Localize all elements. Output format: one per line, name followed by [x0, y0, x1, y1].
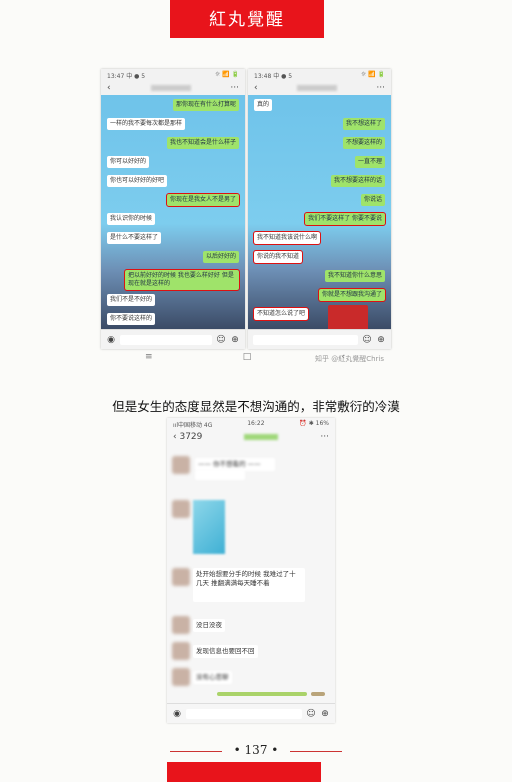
typing-indicator: [217, 692, 307, 696]
message-bubble: 一样的我不要每次都是那样: [107, 118, 186, 130]
message-bubble: 以后好好的: [202, 251, 239, 263]
right-chat-screenshot: 13:48 中 ● 5 ☼ 📶 🔋 ‹ ··· 真的我不想这样了 不想要这样的一直…: [248, 69, 391, 349]
chat-nav-bar: ‹ 3729 ···: [167, 430, 335, 444]
message-bubble: 没日没夜: [193, 619, 225, 632]
status-time: 13:47 中 ● 5: [107, 73, 146, 80]
message-bubble: 我不想这样了: [342, 118, 385, 130]
chat-nav-bar: ‹ ···: [101, 81, 245, 95]
contact-name-blurred: [150, 85, 191, 91]
home-icon[interactable]: □: [243, 352, 252, 366]
page-number: • 137 •: [233, 743, 279, 757]
chat-area: 真的我不想这样了 不想要这样的一直不理我不想要这样的话你说话我们不要这样了 你要不…: [248, 95, 391, 329]
message-bubble: 不想要这样的: [342, 137, 385, 149]
avatar: [172, 456, 190, 474]
voice-icon[interactable]: ◉: [106, 335, 116, 345]
message-bubble: 你就是不想跟我沟通了: [317, 288, 387, 302]
red-car-decoration: [328, 305, 368, 329]
caption-text: 但是女生的态度显然是不想沟通的，非常敷衍的冷漠: [112, 399, 400, 414]
contact-name-blurred: [297, 85, 337, 91]
plus-icon[interactable]: ⊕: [376, 335, 386, 345]
message-bubble: 一直不理: [354, 156, 385, 168]
avatar: [172, 668, 190, 686]
message-bubble: 发现信息也要回不回: [193, 645, 258, 658]
message-bubble: 没有心思聊: [193, 671, 232, 684]
book-title-banner: 紅丸覺醒: [170, 0, 324, 38]
message-bubble: 你说的我不知道: [252, 250, 304, 264]
more-dots-icon[interactable]: ···: [230, 83, 239, 93]
input-bar: ☺ ⊕: [248, 329, 391, 349]
message-bubble: 我们不是不好的: [107, 294, 156, 306]
message-bubble: 我认识你的时候: [107, 213, 156, 225]
back-chevron-icon[interactable]: ‹: [254, 83, 258, 93]
message-input[interactable]: [186, 708, 302, 719]
message-bubble: 我也不知道会是什么样子: [166, 137, 239, 149]
plus-icon[interactable]: ⊕: [320, 709, 330, 719]
message-bubble: 你也可以好好的好吧: [107, 175, 168, 187]
plus-icon[interactable]: ⊕: [230, 335, 240, 345]
emoji-icon[interactable]: ☺: [362, 335, 372, 345]
status-icons: ☼ 📶 🔋: [214, 71, 239, 78]
avatar: [172, 500, 190, 518]
status-bar: 13:47 中 ● 5 ☼ 📶 🔋: [101, 69, 245, 81]
image-message: [193, 500, 225, 554]
typing-indicator: [311, 692, 325, 696]
status-bar: ııl中国移动 4G 16:22 ⏰ ✱ 16%: [167, 418, 335, 430]
bottom-red-band: [167, 762, 321, 782]
menu-icon[interactable]: ≡: [145, 352, 153, 366]
back-button[interactable]: ‹ 3729: [173, 432, 202, 442]
input-bar: ◉ ☺ ⊕: [167, 703, 335, 723]
back-label: 3729: [179, 432, 203, 442]
avatar: [172, 616, 190, 634]
avatar: [172, 568, 190, 586]
emoji-icon[interactable]: ☺: [306, 709, 316, 719]
more-dots-icon[interactable]: ···: [376, 83, 385, 93]
status-bar: 13:48 中 ● 5 ☼ 📶 🔋: [248, 69, 391, 81]
more-dots-icon[interactable]: ···: [320, 432, 329, 442]
status-time: 16:22: [247, 420, 265, 427]
input-bar: ◉ ☺ ⊕: [101, 329, 245, 349]
bottom-chat-screenshot: ııl中国移动 4G 16:22 ⏰ ✱ 16% ‹ 3729 ··· —— 你…: [167, 418, 335, 723]
message-bubble: 我不知道我该说什么啊: [252, 231, 322, 245]
avatar: [172, 642, 190, 660]
message-bubble: 我不知道你什么意思: [324, 270, 385, 282]
message-bubble: 你说话: [360, 194, 385, 206]
message-bubble-blurred: [195, 470, 245, 480]
message-bubble: 那你现在有什么打算呢: [172, 99, 239, 111]
message-bubble: 不知道怎么说了吧: [252, 307, 310, 321]
back-chevron-icon[interactable]: ‹: [107, 83, 111, 93]
message-bubble: 真的: [254, 99, 273, 111]
message-bubble: 你不要说这样的: [107, 313, 156, 325]
message-bubble: 你现在是我女人不是男了: [165, 193, 241, 207]
message-bubble: 是什么不要这样了: [107, 232, 162, 244]
carrier: ııl中国移动 4G: [173, 422, 213, 429]
message-input[interactable]: [253, 334, 358, 345]
left-chat-screenshot: 13:47 中 ● 5 ☼ 📶 🔋 ‹ ··· 那你现在有什么打算呢一样的我不要…: [101, 69, 245, 349]
book-title: 紅丸覺醒: [209, 10, 285, 30]
page-number-value: 137: [244, 743, 268, 757]
status-time: 13:48 中 ● 5: [254, 73, 293, 80]
message-bubble: 我不想要这样的话: [330, 175, 385, 187]
contact-name-blurred: [244, 434, 279, 440]
voice-icon[interactable]: ◉: [172, 709, 182, 719]
status-icons: ⏰ ✱ 16%: [299, 420, 329, 427]
message-text: 处开始想要分手的时候 我难过了十几天 推翻满满每天睡不着: [196, 570, 296, 587]
message-bubble: 我们不要这样了 你要不要说: [304, 212, 386, 226]
watermark: 知乎 @紅丸覺醒Chris: [315, 355, 385, 363]
message-bubble: 你可以好好的: [107, 156, 150, 168]
message-bubble: 处开始想要分手的时候 我难过了十几天 推翻满满每天睡不着: [193, 568, 305, 602]
message-bubble: 把以前好好的时候 我也要么样好好 但是 现在就是这样的: [124, 269, 240, 291]
message-input[interactable]: [120, 334, 212, 345]
chat-area: 那你现在有什么打算呢 一样的我不要每次都是那样 我也不知道会是什么样子 你可以好好的你…: [101, 95, 245, 329]
message-bubble: —— 你不想看的 ——: [195, 458, 275, 471]
status-icons: ☼ 📶 🔋: [360, 71, 385, 78]
emoji-icon[interactable]: ☺: [216, 335, 226, 345]
chat-nav-bar: ‹ ···: [248, 81, 391, 95]
